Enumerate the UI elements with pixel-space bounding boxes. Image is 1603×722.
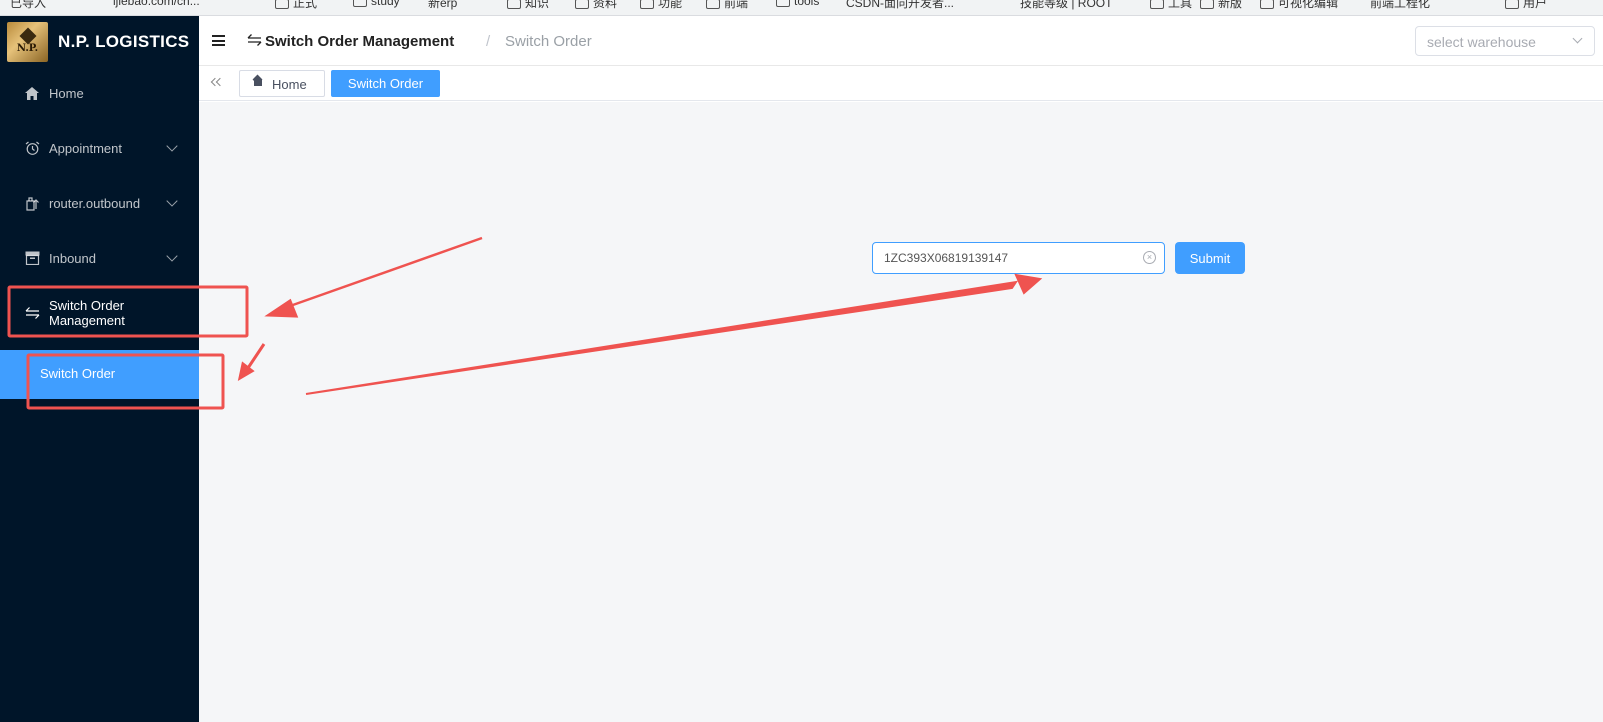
breadcrumb-separator: / xyxy=(486,33,491,50)
warehouse-select[interactable]: select warehouse xyxy=(1415,26,1595,56)
bookmark-label: tools xyxy=(794,0,820,8)
sidebar-subitem-label: Switch Order xyxy=(40,366,116,381)
breadcrumb-parent: Switch Order Management xyxy=(247,33,454,50)
company-logo: N.P. xyxy=(7,22,48,62)
folder-icon xyxy=(507,0,521,9)
bookmark-item[interactable]: 资料 xyxy=(575,0,617,11)
bookmark-label: study xyxy=(371,0,400,8)
bookmark-item[interactable]: 前端 xyxy=(706,0,748,11)
bookmark-label: CSDN-面向开发者... xyxy=(846,0,955,10)
sidebar-item-label: Inbound xyxy=(49,250,96,266)
breadcrumb-current: Switch Order xyxy=(505,33,592,50)
logo-cube-icon xyxy=(19,27,36,45)
sidebar-logo-row[interactable]: N.P. N.P. LOGISTICS xyxy=(0,16,199,66)
folder-icon xyxy=(1150,0,1164,9)
home-icon xyxy=(24,85,40,101)
sidebar: N.P. N.P. LOGISTICS Home Appointment rou… xyxy=(0,16,199,722)
bookmarks-bar: 已导入 ijiebao.com/ch... 正式 study 新erp 知识 资料 功能 前端 t… xyxy=(0,0,1603,16)
outbound-box-icon xyxy=(24,195,40,211)
switch-arrows-icon xyxy=(24,305,40,321)
sidebar-item-outbound[interactable]: router.outbound xyxy=(0,175,199,231)
bookmark-item[interactable]: CSDN-面向开发者... xyxy=(846,0,954,11)
folder-icon xyxy=(640,0,654,9)
sidebar-item-switch-order-management[interactable]: Switch Order Management xyxy=(0,285,199,341)
bookmark-item[interactable]: 已导入 xyxy=(10,0,46,11)
bookmark-item[interactable]: 用户 xyxy=(1505,0,1547,11)
bookmark-label: 正式 xyxy=(293,0,318,10)
sidebar-subitem-switch-order[interactable]: Switch Order xyxy=(0,350,199,399)
sidebar-item-inbound[interactable]: Inbound xyxy=(0,230,199,286)
top-header: Switch Order Management / Switch Order s… xyxy=(199,16,1603,66)
archive-box-icon xyxy=(24,250,40,266)
alarm-clock-icon xyxy=(24,140,40,156)
folder-icon xyxy=(353,0,367,7)
bookmark-label: 功能 xyxy=(658,0,683,10)
tags-view-bar: Home Switch Order xyxy=(199,67,1603,101)
order-number-field[interactable]: × xyxy=(872,242,1165,274)
bookmark-item[interactable]: 新版 xyxy=(1200,0,1242,11)
bookmark-item[interactable]: 可视化编辑 xyxy=(1260,0,1338,11)
brand-name: N.P. LOGISTICS xyxy=(58,32,190,51)
bookmark-item[interactable]: 功能 xyxy=(640,0,682,11)
chevron-down-icon xyxy=(1572,33,1583,44)
bookmark-label: 已导入 xyxy=(10,0,47,10)
double-chevron-left-icon[interactable] xyxy=(210,75,226,91)
bookmark-label: 知识 xyxy=(525,0,550,10)
bookmark-item[interactable]: 前端工程化 xyxy=(1370,0,1430,11)
bookmark-label: 工具 xyxy=(1168,0,1193,10)
tab-home-label: Home xyxy=(272,77,307,92)
tab-switch-order[interactable]: Switch Order xyxy=(331,70,440,97)
bookmark-item[interactable]: 知识 xyxy=(507,0,549,11)
main-content: × Submit xyxy=(199,102,1603,722)
order-number-input[interactable] xyxy=(874,244,1134,272)
sidebar-item-label: Switch Order Management xyxy=(49,298,125,328)
bookmark-item[interactable]: 正式 xyxy=(275,0,317,11)
bookmark-label: ijiebao.com/ch... xyxy=(113,0,200,8)
bookmark-label: 可视化编辑 xyxy=(1278,0,1339,10)
bookmark-item[interactable]: ijiebao.com/ch... xyxy=(113,0,200,8)
folder-icon xyxy=(1260,0,1274,9)
hamburger-menu-icon[interactable] xyxy=(212,35,225,46)
chevron-down-icon xyxy=(166,250,178,262)
breadcrumb-parent-label: Switch Order Management xyxy=(265,33,455,50)
folder-icon xyxy=(706,0,720,9)
switch-arrows-icon xyxy=(247,33,262,50)
warehouse-select-placeholder: select warehouse xyxy=(1427,34,1536,50)
folder-icon xyxy=(575,0,589,9)
clear-icon[interactable]: × xyxy=(1143,251,1156,264)
folder-icon xyxy=(776,0,790,7)
bookmark-label: 技能等级 | ROOT xyxy=(1020,0,1113,10)
bookmark-label: 新版 xyxy=(1218,0,1243,10)
bookmark-label: 前端 xyxy=(724,0,749,10)
bookmark-item[interactable]: 新erp xyxy=(428,0,457,11)
folder-icon xyxy=(1505,0,1519,9)
bookmark-label: 新erp xyxy=(428,0,458,10)
sidebar-item-label: Appointment xyxy=(49,140,122,156)
folder-icon xyxy=(275,0,289,9)
bookmark-item[interactable]: tools xyxy=(776,0,819,8)
bookmark-item[interactable]: study xyxy=(353,0,400,8)
folder-icon xyxy=(1200,0,1214,9)
bookmark-label: 资料 xyxy=(593,0,618,10)
tab-home[interactable]: Home xyxy=(239,70,325,97)
sidebar-item-label: Home xyxy=(49,85,84,101)
bookmark-label: 前端工程化 xyxy=(1370,0,1431,10)
chevron-down-icon xyxy=(166,140,178,152)
submit-button[interactable]: Submit xyxy=(1175,242,1245,274)
sidebar-item-home[interactable]: Home xyxy=(0,65,199,121)
sidebar-item-label: router.outbound xyxy=(49,195,141,211)
bookmark-item[interactable]: 工具 xyxy=(1150,0,1192,11)
sidebar-item-appointment[interactable]: Appointment xyxy=(0,120,199,176)
home-icon xyxy=(253,80,263,88)
bookmark-item[interactable]: 技能等级 | ROOT xyxy=(1020,0,1112,11)
bookmark-label: 用户 xyxy=(1523,0,1548,10)
chevron-down-icon xyxy=(166,195,178,207)
